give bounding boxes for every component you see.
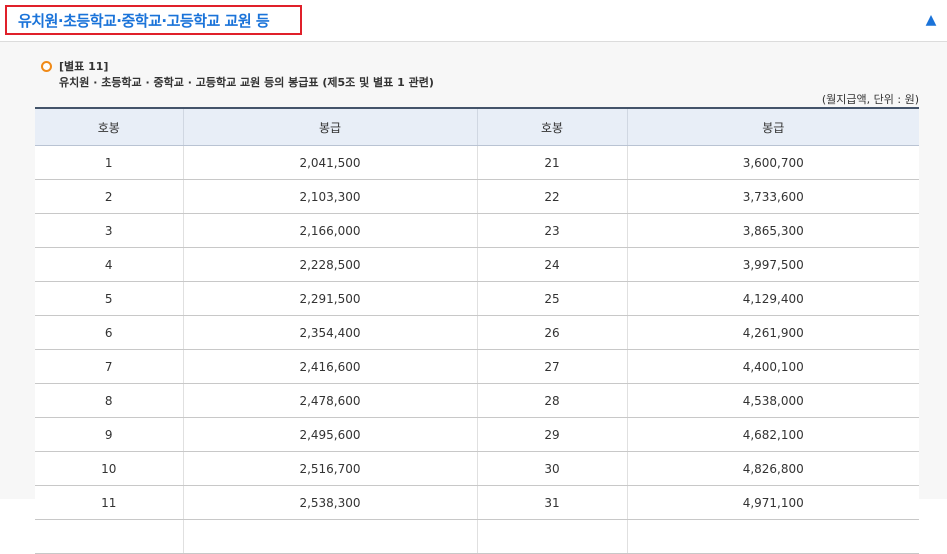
cell-salary: 4,129,400 [626,281,919,316]
table-row: 8 2,478,600 28 4,538,000 [35,383,919,418]
cell-salary: 2,538,300 [182,485,477,520]
table-row: 5 2,291,500 25 4,129,400 [35,281,919,316]
cell-salary: 4,971,100 [626,485,919,520]
cell-salary: 2,495,600 [182,417,477,452]
table-unit: (월지급액, 단위 : 원) [821,93,919,106]
cell-grade: 24 [476,247,627,282]
cell-salary: 4,826,800 [626,451,919,486]
cell-grade [35,519,183,554]
cell-salary [182,519,477,554]
cell-grade: 26 [476,315,627,350]
column-header-grade: 호봉 [476,107,627,146]
table-content: [별표 11] 유치원 · 초등학교 · 중학교 · 고등학교 교원 등의 봉급… [35,42,919,554]
table-row: 10 2,516,700 30 4,826,800 [35,451,919,486]
table-row [35,519,919,554]
cell-grade: 22 [476,179,627,214]
cell-grade: 27 [476,349,627,384]
section-title[interactable]: 유치원·초등학교·중학교·고등학교 교원 등 [5,5,302,35]
cell-salary: 2,228,500 [182,247,477,282]
cell-salary: 2,354,400 [182,315,477,350]
cell-salary: 2,291,500 [182,281,477,316]
cell-grade: 1 [35,145,183,180]
cell-grade: 7 [35,349,183,384]
table-row: 9 2,495,600 29 4,682,100 [35,417,919,452]
table-header-row: 호봉 봉급 호봉 봉급 [35,107,919,146]
cell-salary: 2,166,000 [182,213,477,248]
cell-grade: 11 [35,485,183,520]
salary-table: 호봉 봉급 호봉 봉급 1 2,041,500 21 3,600,700 2 2,103,… [35,107,919,554]
cell-grade: 2 [35,179,183,214]
cell-grade: 3 [35,213,183,248]
cell-salary: 4,261,900 [626,315,919,350]
table-label-row: [별표 11] [41,58,108,74]
cell-grade: 5 [35,281,183,316]
cell-salary: 2,416,600 [182,349,477,384]
cell-salary: 4,538,000 [626,383,919,418]
column-header-grade: 호봉 [35,107,183,146]
column-header-salary: 봉급 [626,107,919,146]
table-row: 3 2,166,000 23 3,865,300 [35,213,919,248]
cell-salary: 3,733,600 [626,179,919,214]
table-row: 7 2,416,600 27 4,400,100 [35,349,919,384]
cell-salary: 4,400,100 [626,349,919,384]
table-row: 4 2,228,500 24 3,997,500 [35,247,919,282]
bullet-circle-icon [41,60,52,72]
table-body: 1 2,041,500 21 3,600,700 2 2,103,300 22 3,733,6… [35,145,919,554]
table-row: 6 2,354,400 26 4,261,900 [35,315,919,350]
cell-grade [476,519,627,554]
cell-grade: 28 [476,383,627,418]
cell-grade: 6 [35,315,183,350]
cell-grade: 21 [476,145,627,180]
cell-salary: 3,865,300 [626,213,919,248]
cell-salary: 2,041,500 [182,145,477,180]
section-panel: [별표 11] 유치원 · 초등학교 · 중학교 · 고등학교 교원 등의 봉급… [0,42,947,554]
cell-grade: 9 [35,417,183,452]
cell-salary: 2,103,300 [182,179,477,214]
cell-salary: 3,600,700 [626,145,919,180]
collapse-up-icon[interactable]: ▲ [923,12,939,28]
cell-salary: 2,478,600 [182,383,477,418]
cell-salary: 4,682,100 [626,417,919,452]
section-header: 유치원·초등학교·중학교·고등학교 교원 등 ▲ [0,0,947,42]
table-subtitle: 유치원 · 초등학교 · 중학교 · 고등학교 교원 등의 봉급표 (제5조 및… [59,76,434,89]
table-row: 2 2,103,300 22 3,733,600 [35,179,919,214]
table-row: 1 2,041,500 21 3,600,700 [35,145,919,180]
cell-grade: 25 [476,281,627,316]
cell-salary [626,519,919,554]
cell-grade: 23 [476,213,627,248]
cell-grade: 29 [476,417,627,452]
cell-grade: 4 [35,247,183,282]
cell-salary: 3,997,500 [626,247,919,282]
cell-grade: 30 [476,451,627,486]
table-row: 11 2,538,300 31 4,971,100 [35,485,919,520]
cell-salary: 2,516,700 [182,451,477,486]
cell-grade: 31 [476,485,627,520]
table-label: [별표 11] [59,60,109,73]
cell-grade: 8 [35,383,183,418]
column-header-salary: 봉급 [182,107,477,146]
cell-grade: 10 [35,451,183,486]
